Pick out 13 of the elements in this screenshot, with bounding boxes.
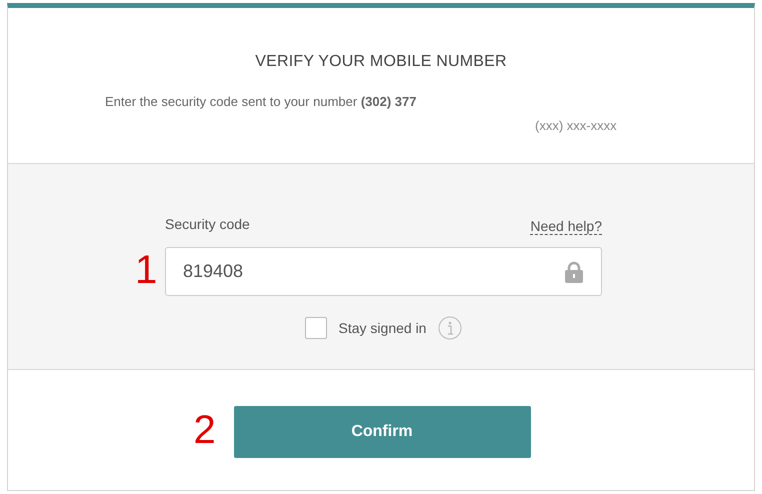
need-help-link[interactable]: Need help?: [530, 218, 602, 235]
confirm-button[interactable]: Confirm: [234, 406, 530, 458]
security-code-field[interactable]: 819408: [165, 247, 602, 296]
step-marker: 2: [194, 407, 216, 454]
info-icon[interactable]: [438, 316, 462, 340]
checkbox-label: Stay signed in: [338, 318, 426, 338]
phone-mask-hint: (xxx) xxx-xxxx: [535, 116, 617, 135]
step-marker: 1: [135, 247, 158, 294]
field-label: Security code: [165, 215, 250, 234]
stay-signed-in-checkbox[interactable]: [304, 317, 327, 339]
page-title: VERIFY YOUR MOBILE NUMBER: [255, 52, 507, 72]
lock-icon: [564, 260, 584, 282]
intro-text: Enter the security code sent to your number (302) 377: [105, 93, 416, 111]
